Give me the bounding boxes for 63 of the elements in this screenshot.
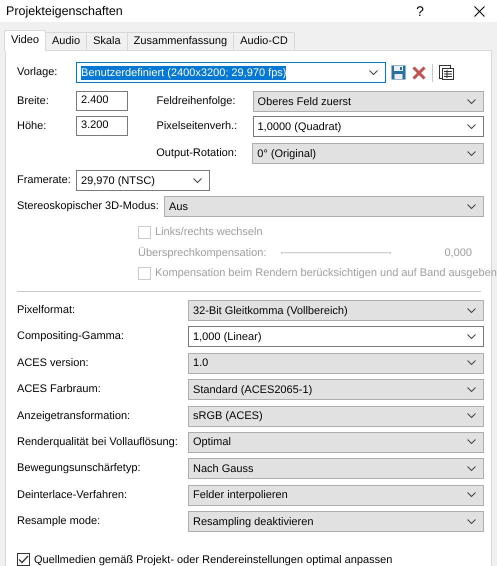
field-label: Bewegungsunschärfetyp: bbox=[17, 461, 142, 476]
dropdown[interactable]: Felder interpolieren bbox=[188, 484, 484, 506]
checkbox-label: Quellmedien gemäß Projekt- oder Rendereinstellungen optimal anpassen bbox=[34, 554, 392, 566]
slider-value: 0,000 bbox=[444, 246, 472, 261]
chevron-down-icon bbox=[193, 178, 202, 184]
save-icon[interactable] bbox=[391, 65, 406, 80]
field-label: ACES Farbraum: bbox=[17, 382, 102, 398]
dropdown[interactable]: 29,970 (NTSC) bbox=[76, 170, 210, 191]
dropdown[interactable]: 1,0000 (Quadrat) bbox=[252, 116, 484, 137]
field-label: Pixelformat: bbox=[17, 303, 76, 318]
dropdown[interactable]: Aus bbox=[164, 196, 484, 217]
dropdown[interactable]: sRGB (ACES) bbox=[188, 406, 484, 427]
window-title: Projekteigenschaften bbox=[6, 4, 124, 18]
slider-label: Übersprechkompensation: bbox=[138, 246, 268, 261]
dropdown[interactable]: Optimal bbox=[188, 432, 484, 453]
field-label: Stereoskopischer 3D-Modus: bbox=[17, 199, 160, 214]
chevron-down-icon bbox=[467, 150, 476, 156]
close-icon[interactable] bbox=[474, 6, 485, 16]
properties-icon[interactable] bbox=[439, 65, 454, 80]
field-label: Höhe: bbox=[17, 119, 48, 134]
field-label: Resample mode: bbox=[17, 514, 102, 530]
field-label: Deinterlace-Verfahren: bbox=[17, 488, 128, 503]
template-dropdown[interactable]: Benutzerdefiniert (2400x3200; 29,970 fps) bbox=[76, 62, 386, 83]
field-label: Anzeigetransformation: bbox=[17, 408, 132, 424]
chevron-down-icon bbox=[467, 466, 476, 472]
field-label: Framerate: bbox=[17, 173, 72, 188]
field-label: ACES version: bbox=[17, 356, 90, 371]
dropdown[interactable]: Resampling deaktivieren bbox=[188, 511, 484, 532]
chevron-down-icon bbox=[467, 413, 476, 420]
tab[interactable]: Audio-CD bbox=[233, 32, 295, 50]
field-label: Output-Rotation: bbox=[156, 146, 238, 161]
field-label: Vorlage: bbox=[17, 65, 58, 80]
dropdown[interactable]: 1,000 (Linear) bbox=[188, 326, 484, 348]
chevron-down-icon bbox=[467, 334, 476, 340]
help-button[interactable]: ? bbox=[410, 3, 430, 19]
chevron-down-icon bbox=[467, 386, 476, 393]
chevron-down-icon bbox=[467, 518, 476, 525]
field-label: Pixelseitenverh.: bbox=[156, 119, 238, 134]
delete-icon[interactable] bbox=[412, 66, 426, 80]
dropdown[interactable]: Oberes Feld zuerst bbox=[252, 91, 484, 112]
field-label: Breite: bbox=[17, 94, 50, 109]
number-field[interactable]: 2.400 bbox=[76, 91, 128, 111]
chevron-down-icon bbox=[467, 360, 476, 366]
dropdown[interactable]: 0° (Original) bbox=[252, 143, 484, 164]
dropdown[interactable]: Standard (ACES2065-1) bbox=[188, 379, 484, 400]
checkbox-label: Kompensation beim Rendern berücksichtigen und auf Band ausgeben bbox=[155, 267, 497, 279]
chevron-down-icon bbox=[467, 124, 476, 130]
checkbox-label: Links/rechts wechseln bbox=[155, 226, 263, 238]
chevron-down-icon bbox=[369, 70, 378, 76]
field-label: Feldreihenfolge: bbox=[156, 94, 236, 109]
field-label: Renderqualität bei Vollauflösung: bbox=[17, 434, 179, 450]
dropdown[interactable]: Nach Gauss bbox=[188, 458, 484, 480]
dropdown[interactable]: 32-Bit Gleitkomma (Vollbereich) bbox=[188, 300, 484, 321]
chevron-down-icon bbox=[467, 98, 476, 104]
tab[interactable]: Video bbox=[4, 30, 46, 51]
number-field[interactable]: 3.200 bbox=[76, 116, 128, 136]
chevron-down-icon bbox=[467, 308, 476, 314]
chevron-down-icon bbox=[467, 492, 476, 498]
dropdown[interactable]: 1.0 bbox=[188, 352, 484, 374]
chevron-down-icon bbox=[467, 439, 476, 446]
checkbox[interactable] bbox=[17, 553, 30, 566]
field-label: Compositing-Gamma: bbox=[17, 329, 125, 344]
chevron-down-icon bbox=[467, 204, 476, 210]
